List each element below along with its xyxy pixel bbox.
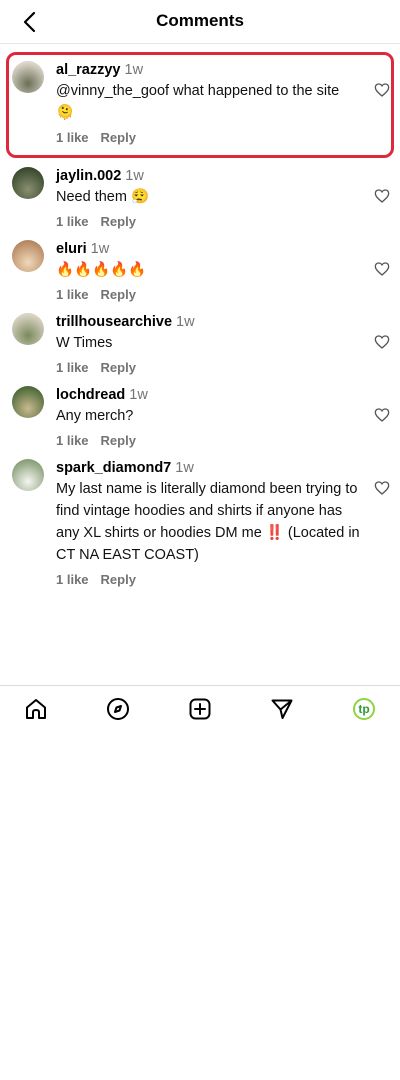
like-count[interactable]: 1 like — [56, 432, 89, 450]
comment-item: jaylin.002 1w Need them 😮‍💨 1 like Reply — [0, 158, 400, 231]
reply-button[interactable]: Reply — [101, 213, 136, 231]
reply-button[interactable]: Reply — [101, 432, 136, 450]
avatar[interactable] — [12, 61, 44, 93]
heart-icon — [374, 189, 390, 203]
create-icon — [189, 698, 211, 720]
heart-icon — [374, 408, 390, 422]
comment-actions: 1 like Reply — [56, 571, 360, 589]
like-count[interactable]: 1 like — [56, 359, 89, 377]
profile-icon: tp — [353, 698, 375, 720]
comment-text: W Times — [56, 335, 113, 351]
nav-create[interactable] — [187, 696, 213, 722]
avatar[interactable] — [12, 386, 44, 418]
page-title: Comments — [156, 11, 244, 30]
like-count[interactable]: 1 like — [56, 129, 89, 147]
comment-header: jaylin.002 1w — [56, 167, 360, 186]
comment-timestamp: 1w — [175, 460, 194, 476]
comment-actions: 1 like Reply — [56, 359, 360, 377]
like-button[interactable] — [374, 261, 390, 277]
comment-text: 🔥🔥🔥🔥🔥 — [56, 262, 147, 278]
reply-button[interactable]: Reply — [101, 129, 136, 147]
like-count[interactable]: 1 like — [56, 571, 89, 589]
comment-actions: 1 like Reply — [56, 432, 360, 450]
comment-item: eluri 1w 🔥🔥🔥🔥🔥 1 like Reply — [0, 231, 400, 304]
avatar[interactable] — [12, 240, 44, 272]
heart-icon — [374, 262, 390, 276]
comment-item: lochdread 1w Any merch? 1 like Reply — [0, 377, 400, 450]
like-count[interactable]: 1 like — [56, 213, 89, 231]
comment-header: al_razzyy 1w — [56, 61, 357, 80]
heart-icon — [374, 83, 390, 97]
nav-explore[interactable] — [105, 696, 131, 722]
comment-username[interactable]: jaylin.002 — [56, 168, 121, 184]
comment-header: eluri 1w — [56, 240, 360, 259]
comment-actions: 1 like Reply — [56, 213, 360, 231]
bottom-nav: tp — [0, 685, 400, 731]
comment-header: lochdread 1w — [56, 386, 360, 405]
comment-text: My last name is literally diamond been t… — [56, 481, 360, 563]
comment-username[interactable]: trillhousearchive — [56, 314, 172, 330]
header: Comments — [0, 0, 400, 44]
comment-header: spark_diamond7 1w — [56, 459, 360, 478]
heart-icon — [374, 335, 390, 349]
comment-timestamp: 1w — [176, 314, 195, 330]
home-icon — [26, 699, 46, 719]
avatar[interactable] — [12, 459, 44, 491]
nav-direct[interactable] — [269, 696, 295, 722]
comment-item: trillhousearchive 1w W Times 1 like Reply — [0, 304, 400, 377]
like-button[interactable] — [374, 334, 390, 350]
comment-text: Need them 😮‍💨 — [56, 189, 150, 205]
comment-timestamp: 1w — [125, 168, 144, 184]
comment-actions: 1 like Reply — [56, 129, 357, 147]
comment-text: Any merch? — [56, 408, 134, 424]
like-button[interactable] — [374, 407, 390, 423]
like-button[interactable] — [374, 82, 390, 98]
comment-timestamp: 1w — [129, 387, 148, 403]
comment-username[interactable]: spark_diamond7 — [56, 460, 171, 476]
explore-icon — [107, 698, 129, 720]
reply-button[interactable]: Reply — [101, 571, 136, 589]
comment-item: al_razzyy 1w @vinny_the_goof what happened… — [6, 52, 394, 158]
avatar[interactable] — [12, 167, 44, 199]
like-count[interactable]: 1 like — [56, 286, 89, 304]
comment-list: al_razzyy 1w @vinny_the_goof what happened… — [0, 52, 400, 589]
comment-timestamp: 1w — [90, 241, 110, 257]
reply-button[interactable]: Reply — [101, 286, 136, 304]
avatar[interactable] — [12, 313, 44, 345]
like-button[interactable] — [374, 480, 390, 496]
comment-item: spark_diamond7 1w My last name is literall… — [0, 450, 400, 589]
app-root: Comments al_razzyy 1w @vinny_the_goof what… — [0, 0, 400, 1080]
reply-button[interactable]: Reply — [101, 359, 136, 377]
comment-header: trillhousearchive 1w — [56, 313, 360, 332]
comment-timestamp: 1w — [124, 62, 144, 78]
direct-message-icon — [271, 699, 293, 719]
comment-actions: 1 like Reply — [56, 286, 360, 304]
comment-username[interactable]: eluri — [56, 241, 87, 257]
comment-username[interactable]: lochdread — [56, 387, 125, 403]
like-button[interactable] — [374, 188, 390, 204]
nav-profile[interactable]: tp — [351, 696, 377, 722]
comment-username[interactable]: al_razzyy — [56, 62, 121, 78]
nav-home[interactable] — [23, 696, 49, 722]
comment-text: @vinny_the_goof what happened to the sit… — [56, 83, 340, 121]
heart-icon — [374, 481, 390, 495]
